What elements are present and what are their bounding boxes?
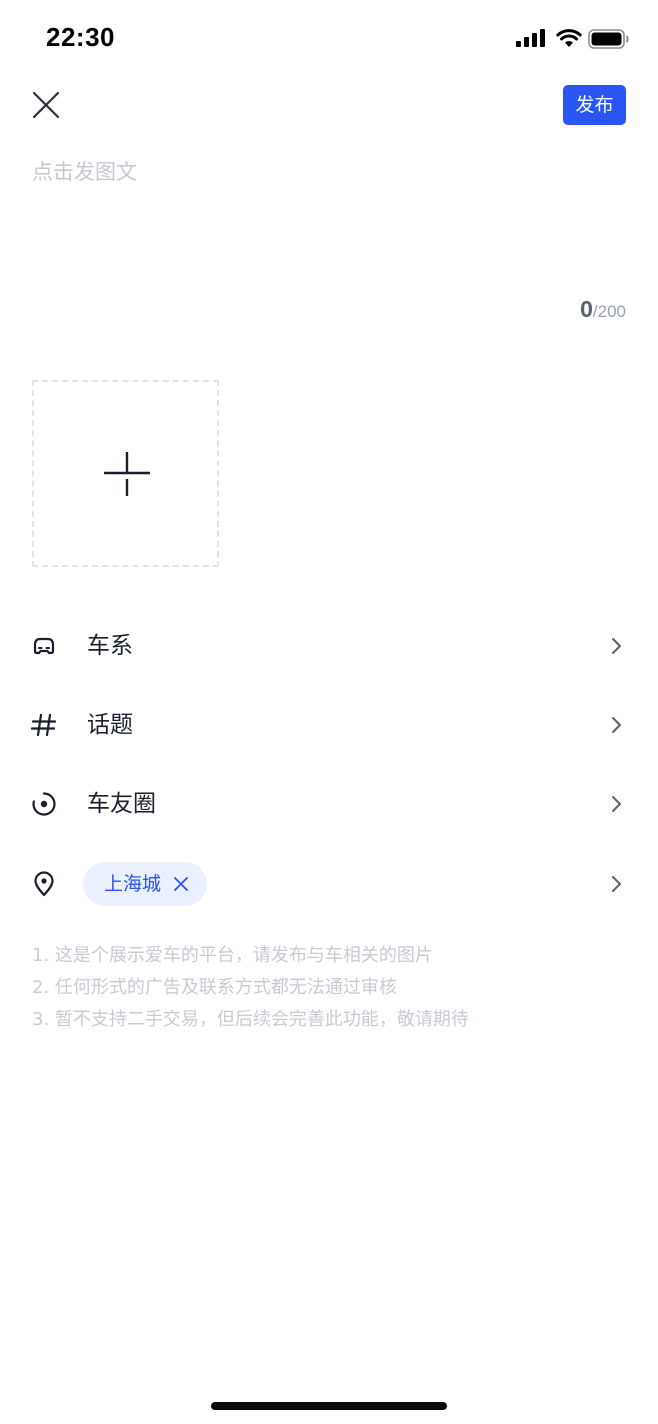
char-count: 0 [580, 296, 593, 322]
location-chip[interactable]: 上海城 [83, 862, 207, 906]
tip-item: 2. 任何形式的广告及联系方式都无法通过审核 [32, 977, 397, 998]
post-editor-screen: 22:30 发布 0/200 [0, 0, 658, 1424]
topic-label: 话题 [87, 712, 133, 738]
location-pin-icon [34, 871, 54, 897]
post-text-input[interactable] [32, 156, 628, 276]
tip-item: 1. 这是个展示爱车的平台，请发布与车相关的图片 [32, 945, 433, 966]
char-max: /200 [592, 302, 626, 321]
wifi-icon [556, 29, 582, 47]
car-series-row[interactable]: 车系 [0, 616, 658, 676]
car-icon [33, 637, 55, 655]
remove-location-icon[interactable] [173, 876, 189, 892]
chevron-right-icon [612, 717, 621, 733]
char-counter: 0/200 [580, 296, 626, 323]
close-icon [32, 91, 60, 119]
status-time: 22:30 [46, 22, 115, 52]
battery-icon [588, 29, 629, 49]
chevron-right-icon [612, 876, 621, 892]
close-button[interactable] [30, 89, 62, 121]
posting-tips: 1. 这是个展示爱车的平台，请发布与车相关的图片 2. 任何形式的广告及联系方式… [32, 940, 469, 1036]
chevron-right-icon [612, 796, 621, 812]
tip-item: 3. 暂不支持二手交易，但后续会完善此功能，敬请期待 [32, 1009, 469, 1030]
plus-icon [104, 452, 150, 496]
circle-icon [32, 792, 56, 816]
topic-row[interactable]: 话题 [0, 695, 658, 755]
car-club-row[interactable]: 车友圈 [0, 774, 658, 834]
car-club-label: 车友圈 [87, 791, 156, 817]
signal-icon [516, 29, 545, 47]
location-chip-label: 上海城 [104, 873, 162, 895]
location-row[interactable]: 上海城 [0, 854, 658, 914]
publish-button[interactable]: 发布 [563, 85, 626, 125]
chevron-right-icon [612, 638, 621, 654]
home-indicator [211, 1402, 447, 1410]
car-series-label: 车系 [87, 633, 133, 659]
add-image-button[interactable] [32, 380, 219, 567]
hashtag-icon [30, 713, 57, 737]
